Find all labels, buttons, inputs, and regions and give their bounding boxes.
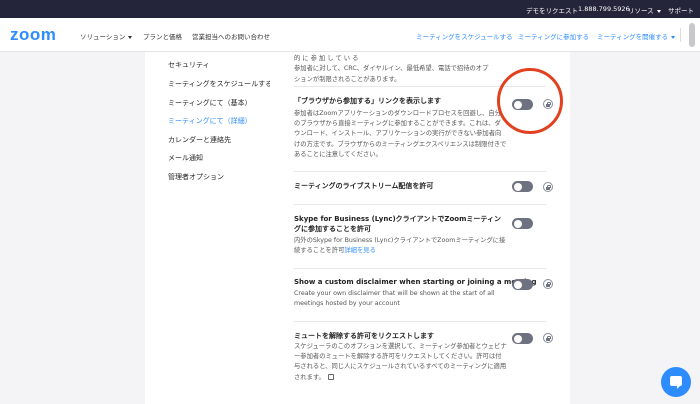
skype-desc-text: 内外のSkype for Business (Lync)クライアントでZoomミ…: [294, 237, 506, 255]
nav-solutions-label: ソリューション: [80, 33, 126, 41]
resources-label: リソース: [628, 7, 654, 15]
support-link[interactable]: サポート: [668, 5, 694, 15]
chevron-down-icon: [656, 10, 661, 13]
skype-learn-more-link[interactable]: 詳細を見る: [344, 247, 375, 254]
previous-desc-line-1: ー の 組 織 と ス ケ ジ ュ ー ル す る と 、 こ れ ら の 組 …: [294, 55, 359, 63]
previous-desc-line-3: ションが制限されることがあります。: [294, 75, 401, 83]
unmute-desc: スケジューラのこのオプションを選択して、ミーティング参加者とウェビナー参加者のミ…: [294, 342, 507, 383]
settings-sidebar: セキュリティ ミーティングをスケジュールする ミーティングにて（基本） ミーティ…: [145, 52, 272, 404]
chevron-down-icon: [128, 35, 133, 39]
livestream-toggle[interactable]: [512, 181, 533, 192]
unmute-toggle[interactable]: [512, 333, 533, 344]
toggle-knob: [513, 182, 522, 191]
skype-toggle[interactable]: [512, 218, 533, 229]
sidebar-item-in-meeting-advanced[interactable]: ミーティングにて（詳細）: [168, 116, 252, 126]
nav-contact-sales[interactable]: 営業担当へのお問い合わせ: [192, 31, 270, 41]
previous-desc-line-2: 参加者に対して、CRC、ダイヤルイン、最低希望、電話で招待のオプ: [294, 65, 489, 73]
browser-join-title: 「ブラウザから参加する」リンクを表示します: [294, 97, 441, 105]
sidebar-item-email-notifications[interactable]: メール通知: [168, 153, 203, 163]
phone-number[interactable]: 1.888.799.5926: [578, 5, 630, 13]
lock-icon[interactable]: [543, 182, 553, 192]
header-scrollbar[interactable]: [689, 23, 695, 47]
nav-solutions[interactable]: ソリューション: [80, 31, 133, 41]
sidebar-item-calendar-contacts[interactable]: カレンダーと連絡先: [168, 135, 231, 145]
main-header: zoom ソリューション プランと価格 営業担当へのお問い合わせ ミーティングを…: [0, 18, 700, 52]
disclaimer-title: Show a custom disclaimer when starting o…: [294, 278, 537, 286]
sidebar-item-schedule-meeting[interactable]: ミーティングをスケジュールする: [168, 79, 272, 89]
section-divider: [294, 321, 546, 322]
chat-bubble-tail: [677, 385, 681, 389]
chevron-down-icon: [671, 35, 676, 39]
top-utility-bar: デモをリクエスト 1.888.799.5926 リソース サポート: [0, 0, 700, 18]
toggle-knob: [513, 219, 522, 228]
highlight-circle: [497, 68, 563, 134]
lock-icon[interactable]: [543, 279, 553, 289]
disclaimer-toggle[interactable]: [512, 279, 533, 290]
sidebar-item-in-meeting-basic[interactable]: ミーティングにて（基本）: [168, 98, 252, 108]
nav-pricing[interactable]: プランと価格: [143, 31, 182, 41]
join-meeting-link[interactable]: ミーティングに参加する: [518, 31, 589, 41]
host-meeting-label: ミーティングを開催する: [597, 33, 669, 41]
previous-setting-desc: ー の 組 織 と ス ケ ジ ュ ー ル す る と 、 こ れ ら の 組 …: [294, 52, 507, 85]
host-meeting-menu[interactable]: ミーティングを開催する: [597, 31, 676, 41]
header-divider: [680, 28, 681, 42]
resources-menu[interactable]: リソース: [628, 5, 661, 15]
skype-title: Skype for Business (Lync)クライアントでZoomミーティ…: [294, 215, 501, 233]
unmute-desc-text: スケジューラのこのオプションを選択して、ミーティング参加者とウェビナー参加者のミ…: [294, 343, 507, 381]
section-divider: [294, 268, 546, 269]
lock-icon[interactable]: [543, 333, 553, 343]
sidebar-item-admin-options[interactable]: 管理者オプション: [168, 172, 224, 182]
toggle-knob: [513, 280, 522, 289]
section-divider: [294, 171, 546, 172]
chat-button[interactable]: [661, 367, 691, 397]
browser-join-desc: 参加者はZoomアプリケーションのダウンロードプロセスを回避し、自分のブラウザか…: [294, 110, 507, 158]
demo-request-link[interactable]: デモをリクエスト: [526, 5, 578, 15]
toggle-knob: [513, 334, 522, 343]
section-divider: [294, 204, 546, 205]
zoom-logo[interactable]: zoom: [10, 25, 56, 45]
schedule-meeting-link[interactable]: ミーティングをスケジュールする: [416, 31, 513, 41]
skype-desc: 内外のSkype for Business (Lync)クライアントでZoomミ…: [294, 236, 507, 256]
disclaimer-desc: Create your own disclaimer that will be …: [294, 290, 495, 308]
livestream-title: ミーティングのライブストリーム配信を許可: [294, 182, 434, 190]
sidebar-item-security[interactable]: セキュリティ: [168, 60, 210, 70]
info-icon[interactable]: [327, 373, 334, 380]
unmute-title: ミュートを解除する許可をリクエストします: [294, 332, 434, 340]
